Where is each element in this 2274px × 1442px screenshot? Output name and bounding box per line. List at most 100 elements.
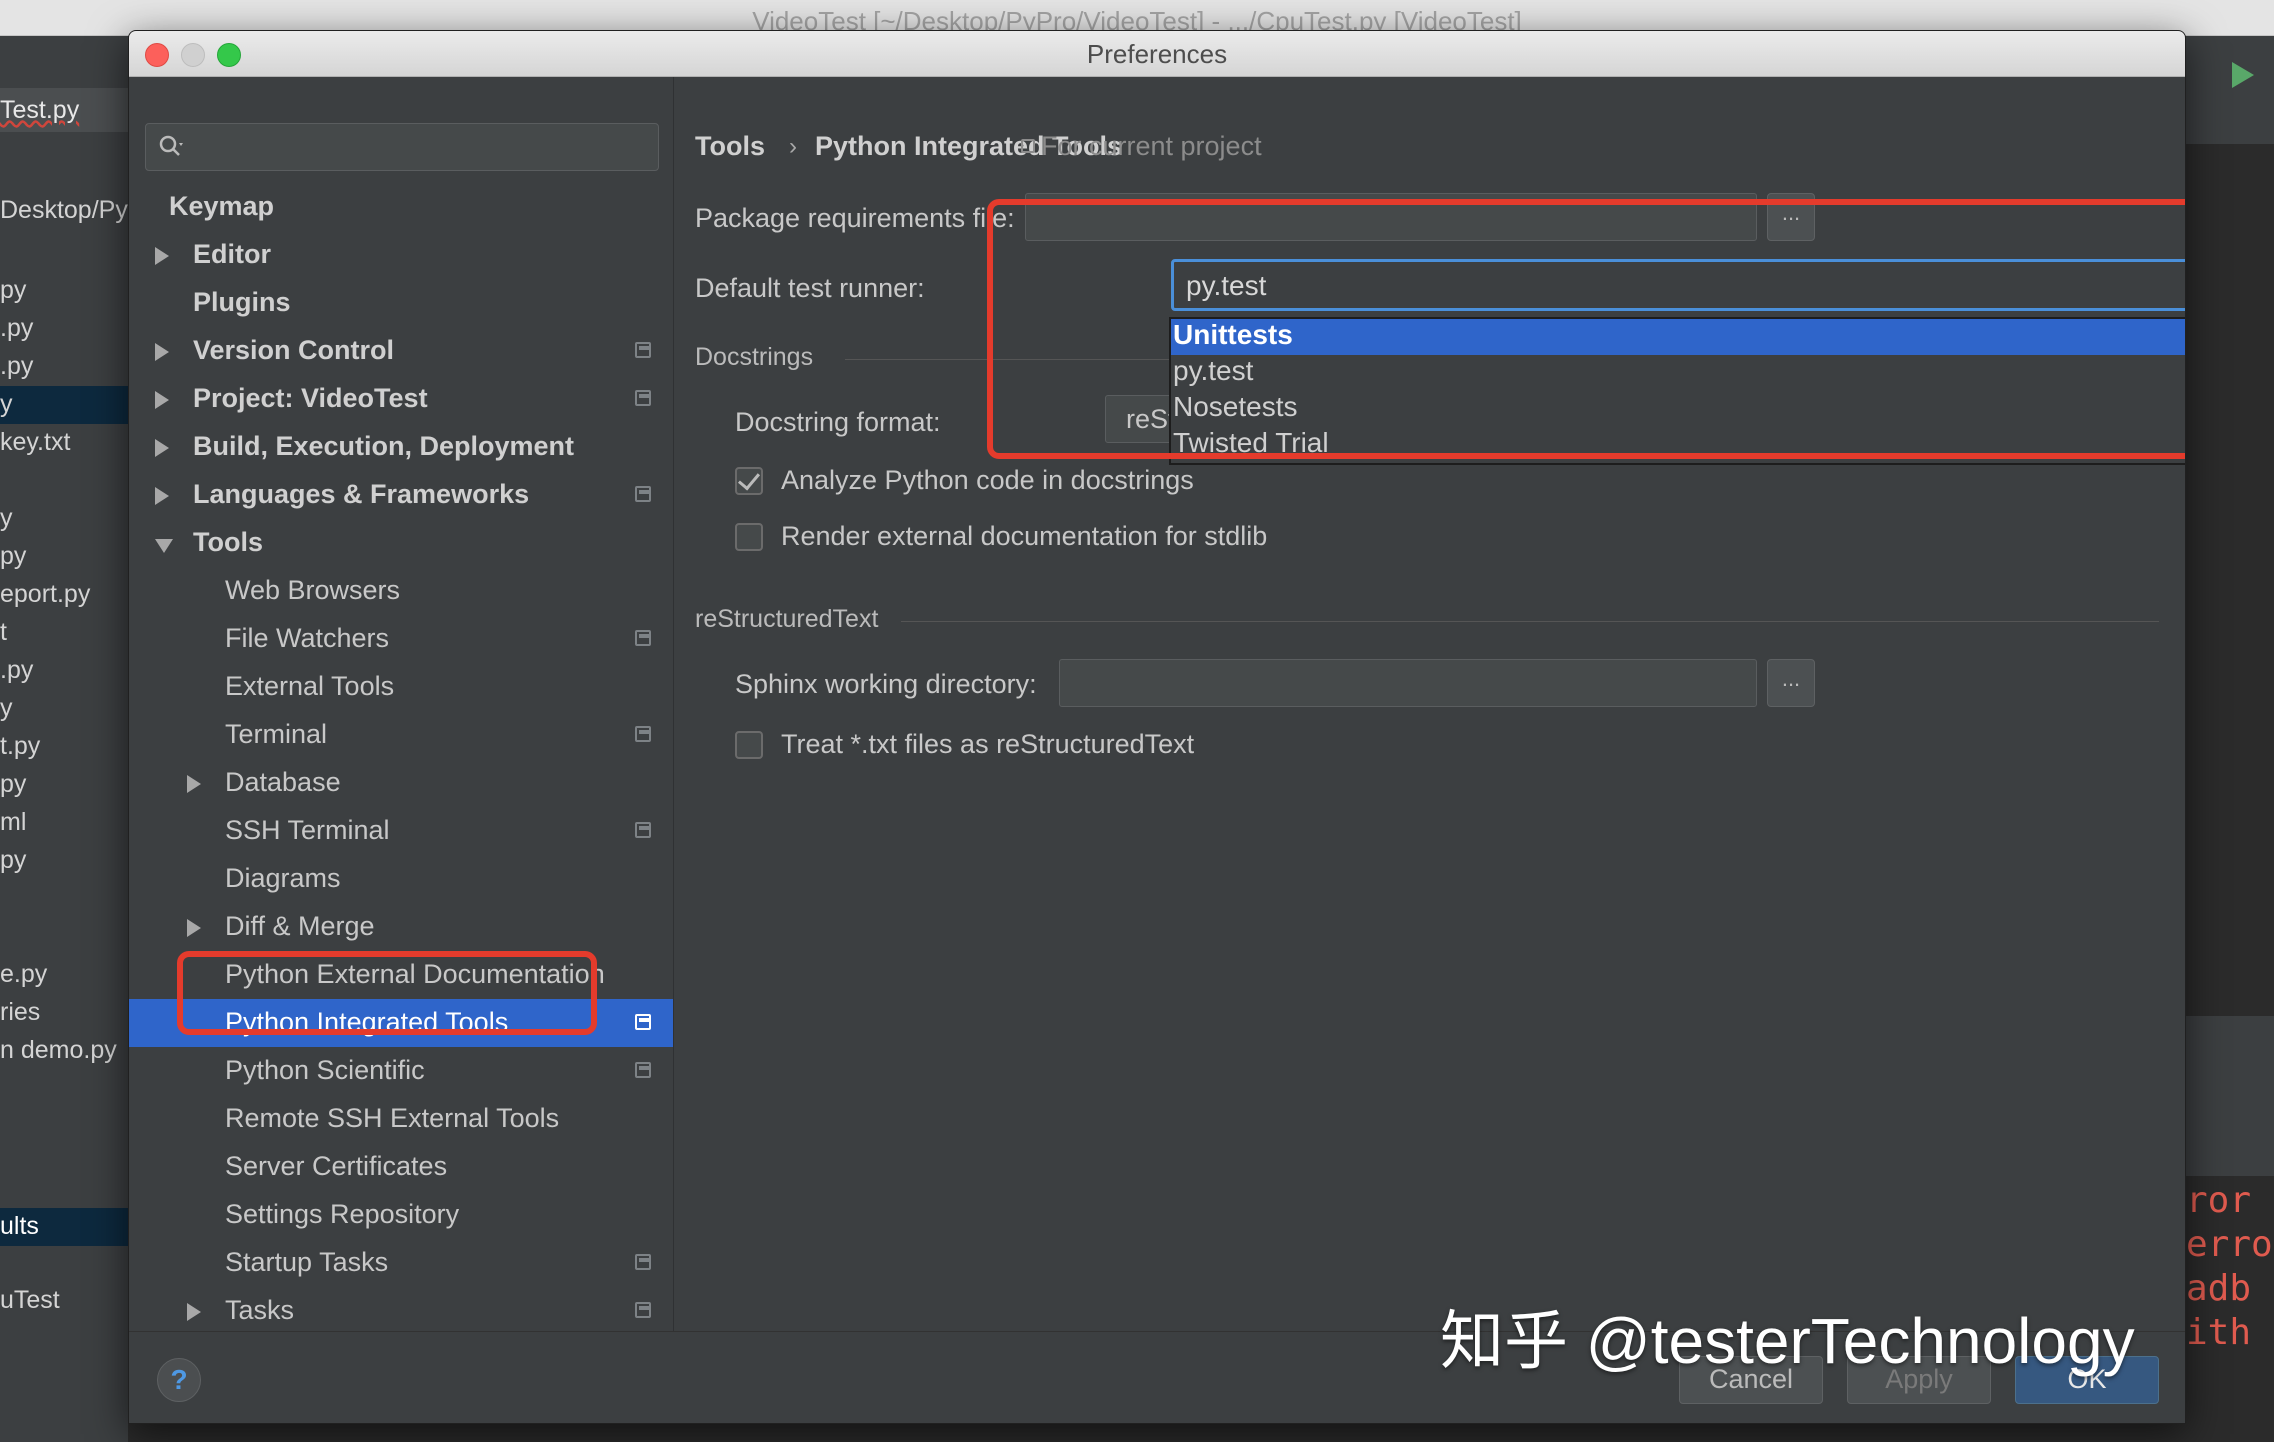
sidebar-item-languages-frameworks[interactable]: Languages & Frameworks — [129, 471, 673, 519]
background-code-line: erro — [2186, 1224, 2273, 1265]
background-file-item[interactable]: t.py — [0, 728, 128, 766]
sidebar-item-editor[interactable]: Editor — [129, 231, 673, 279]
sidebar-item-diagrams[interactable]: Diagrams — [129, 855, 673, 903]
chevron-down-icon[interactable] — [155, 539, 173, 553]
sphinx-directory-browse-button[interactable]: ... — [1767, 659, 1815, 707]
background-tab-label: Test.py — [0, 96, 80, 124]
sidebar-item-label: Editor — [193, 239, 271, 269]
background-file-item[interactable]: ries — [0, 994, 128, 1032]
package-requirements-label: Package requirements file: — [695, 203, 1015, 233]
sphinx-directory-label: Sphinx working directory: — [735, 669, 1037, 699]
sidebar-item-startup-tasks[interactable]: Startup Tasks — [129, 1239, 673, 1287]
background-file-item[interactable]: py — [0, 272, 128, 310]
sidebar-item-label: SSH Terminal — [225, 815, 390, 845]
project-scope-icon — [635, 1302, 651, 1318]
background-file-item[interactable]: eport.py — [0, 576, 128, 614]
docstring-format-label: Docstring format: — [735, 407, 941, 437]
treat-txt-checkbox[interactable] — [735, 731, 763, 759]
project-scope-icon — [635, 1014, 651, 1030]
sphinx-directory-input[interactable] — [1059, 659, 1757, 707]
chevron-right-icon[interactable] — [155, 343, 169, 361]
background-file-item[interactable]: t — [0, 614, 128, 652]
scope-label: For current project — [1041, 131, 1262, 161]
background-file-item[interactable] — [0, 880, 128, 918]
project-scope-icon — [635, 1254, 651, 1270]
settings-search-input[interactable] — [145, 123, 659, 171]
sidebar-item-label: Web Browsers — [225, 575, 401, 605]
background-file-item[interactable]: py — [0, 766, 128, 804]
background-file-item[interactable]: y — [0, 690, 128, 728]
background-editor-tab[interactable]: Test.py — [0, 88, 128, 132]
sidebar-item-settings-repository[interactable]: Settings Repository — [129, 1191, 673, 1239]
sidebar-item-keymap[interactable]: Keymap — [129, 183, 673, 231]
sidebar-item-ssh-terminal[interactable]: SSH Terminal — [129, 807, 673, 855]
sidebar-item-label: Project: VideoTest — [193, 383, 428, 413]
chevron-right-icon[interactable] — [187, 775, 201, 793]
background-file-item[interactable]: y — [0, 500, 128, 538]
sidebar-item-python-scientific[interactable]: Python Scientific — [129, 1047, 673, 1095]
background-file-item[interactable]: py — [0, 538, 128, 576]
dialog-titlebar[interactable]: Preferences — [129, 31, 2185, 77]
checkmark-icon — [737, 467, 761, 491]
run-icon[interactable] — [2232, 62, 2254, 88]
background-file-item[interactable]: .py — [0, 652, 128, 690]
background-code-line: ith — [2186, 1312, 2252, 1353]
sidebar-item-label: Server Certificates — [225, 1151, 448, 1181]
settings-sidebar: Keymap Editor Plugins Version Control Projec… — [129, 77, 674, 1331]
background-file-item[interactable]: y — [0, 386, 128, 424]
analyze-docstrings-checkbox[interactable] — [735, 467, 763, 495]
sidebar-item-external-tools[interactable]: External Tools — [129, 663, 673, 711]
sidebar-item-label: Python Scientific — [225, 1055, 425, 1085]
background-project-panel: Test.py Desktop/Py py .py .py y key.txt y py ep… — [0, 36, 128, 1442]
background-file-item[interactable]: py — [0, 842, 128, 880]
sidebar-item-project-videotest[interactable]: Project: VideoTest — [129, 375, 673, 423]
sidebar-item-web-browsers[interactable]: Web Browsers — [129, 567, 673, 615]
chevron-right-icon[interactable] — [155, 487, 169, 505]
search-icon — [159, 135, 183, 156]
background-file-item[interactable]: key.txt — [0, 424, 128, 462]
background-file-item[interactable]: ml — [0, 804, 128, 842]
background-file-item[interactable]: n demo.py — [0, 1032, 128, 1070]
background-file-item[interactable] — [0, 462, 128, 500]
background-file-item[interactable]: e.py — [0, 956, 128, 994]
help-button[interactable]: ? — [157, 1358, 201, 1402]
background-run-config[interactable]: uTest — [0, 1282, 128, 1320]
annotation-box-dropdown — [987, 199, 2185, 459]
sidebar-item-label: External Tools — [225, 671, 395, 701]
project-scope-icon — [635, 1062, 651, 1078]
sidebar-item-tools[interactable]: Tools — [129, 519, 673, 567]
chevron-right-icon[interactable] — [155, 439, 169, 457]
breadcrumb-root: Tools — [695, 131, 765, 161]
project-scope-icon — [635, 630, 651, 646]
sidebar-item-label: Diff & Merge — [225, 911, 375, 941]
test-runner-label: Default test runner: — [695, 273, 925, 303]
chevron-right-icon[interactable] — [187, 919, 201, 937]
sidebar-item-label: Database — [225, 767, 341, 797]
sidebar-item-file-watchers[interactable]: File Watchers — [129, 615, 673, 663]
chevron-right-icon[interactable] — [155, 391, 169, 409]
sidebar-item-version-control[interactable]: Version Control — [129, 327, 673, 375]
preferences-dialog: Preferences Keymap Editor Plugins Version C… — [128, 30, 2186, 1424]
sidebar-item-label: Diagrams — [225, 863, 341, 893]
background-path: Desktop/Py — [0, 196, 128, 224]
sidebar-item-label: Build, Execution, Deployment — [193, 431, 575, 461]
background-file-item[interactable]: .py — [0, 310, 128, 348]
sidebar-item-tasks[interactable]: Tasks — [129, 1287, 673, 1331]
sidebar-item-database[interactable]: Database — [129, 759, 673, 807]
sidebar-item-label: Tools — [193, 527, 263, 557]
sidebar-item-label: Version Control — [193, 335, 395, 365]
sidebar-item-plugins[interactable]: Plugins — [129, 279, 673, 327]
chevron-right-icon[interactable] — [155, 247, 169, 265]
sidebar-item-terminal[interactable]: Terminal — [129, 711, 673, 759]
sidebar-item-server-certificates[interactable]: Server Certificates — [129, 1143, 673, 1191]
sidebar-item-diff-merge[interactable]: Diff & Merge — [129, 903, 673, 951]
sidebar-item-label: Terminal — [225, 719, 328, 749]
background-file-item[interactable]: .py — [0, 348, 128, 386]
chevron-right-icon[interactable] — [187, 1303, 201, 1321]
render-stdlib-docs-checkbox[interactable] — [735, 523, 763, 551]
background-file-item[interactable] — [0, 918, 128, 956]
sidebar-item-build-execution-deployment[interactable]: Build, Execution, Deployment — [129, 423, 673, 471]
background-results-label[interactable]: ults — [0, 1208, 128, 1246]
sidebar-item-remote-ssh-external-tools[interactable]: Remote SSH External Tools — [129, 1095, 673, 1143]
breadcrumb-separator: › — [789, 133, 797, 160]
